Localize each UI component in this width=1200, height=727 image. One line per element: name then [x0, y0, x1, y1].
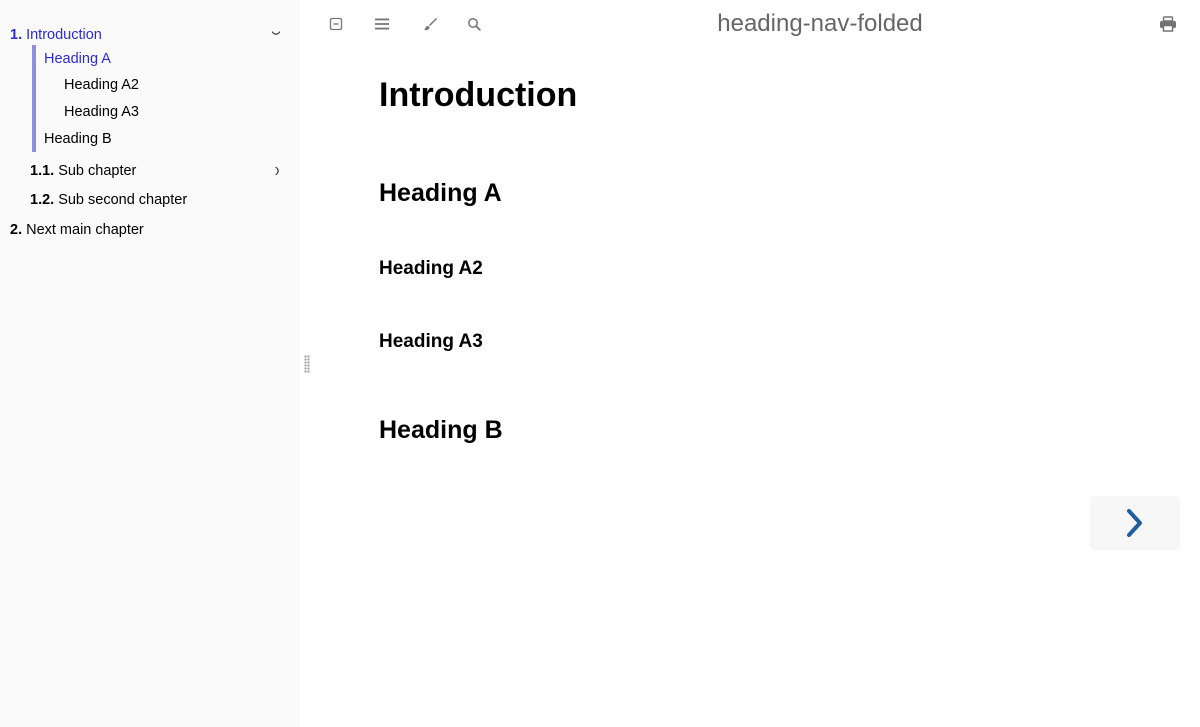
toc-label: Heading B [44, 131, 112, 147]
theme-brush-icon[interactable] [420, 14, 440, 34]
toc-number: 2. [10, 222, 23, 238]
chevron-down-icon[interactable] [271, 29, 281, 39]
toc-chapter-sub-chapter[interactable]: 1.1. Sub chapter [30, 161, 136, 181]
heading-a2: Heading A2 [379, 258, 483, 279]
sidebar-resize-handle[interactable] [304, 355, 310, 373]
heading-introduction: Introduction [379, 76, 578, 114]
toc-chapter-sub-second-chapter[interactable]: 1.2. Sub second chapter [30, 190, 187, 210]
toc-heading-b[interactable]: Heading B [44, 129, 112, 149]
toc-heading-a[interactable]: Heading A [44, 49, 111, 69]
toc-label: Sub chapter [58, 163, 137, 179]
next-chapter-button[interactable] [1090, 496, 1180, 550]
heading-a: Heading A [379, 179, 502, 207]
chevron-right-icon [1127, 509, 1142, 537]
toc-label: Heading A3 [64, 104, 139, 120]
menu-icon[interactable] [372, 14, 392, 34]
toc-label: Introduction [26, 27, 102, 43]
search-icon[interactable] [464, 14, 484, 34]
heading-b: Heading B [379, 416, 503, 444]
toc-label: Heading A [44, 51, 111, 67]
sidebar-toggle-icon[interactable] [326, 14, 346, 34]
sidebar: 1. Introduction Heading A Heading A2 Head… [0, 0, 300, 727]
toc-number: 1.1. [30, 163, 55, 179]
print-icon[interactable] [1158, 14, 1178, 34]
toc-heading-a3[interactable]: Heading A3 [64, 102, 139, 122]
toc-label: Sub second chapter [58, 192, 188, 208]
toc-heading-a2[interactable]: Heading A2 [64, 75, 139, 95]
toc-chapter-next-main[interactable]: 2. Next main chapter [10, 220, 144, 240]
toc-number: 1. [10, 27, 23, 43]
book-title: heading-nav-folded [717, 10, 923, 37]
toc-label: Heading A2 [64, 77, 139, 93]
toc-label: Next main chapter [26, 222, 144, 238]
chevron-right-icon[interactable] [274, 166, 280, 179]
active-section-bar [32, 45, 36, 152]
toc-number: 1.2. [30, 192, 55, 208]
heading-a3: Heading A3 [379, 331, 483, 352]
toc-chapter-introduction[interactable]: 1. Introduction [10, 25, 102, 45]
